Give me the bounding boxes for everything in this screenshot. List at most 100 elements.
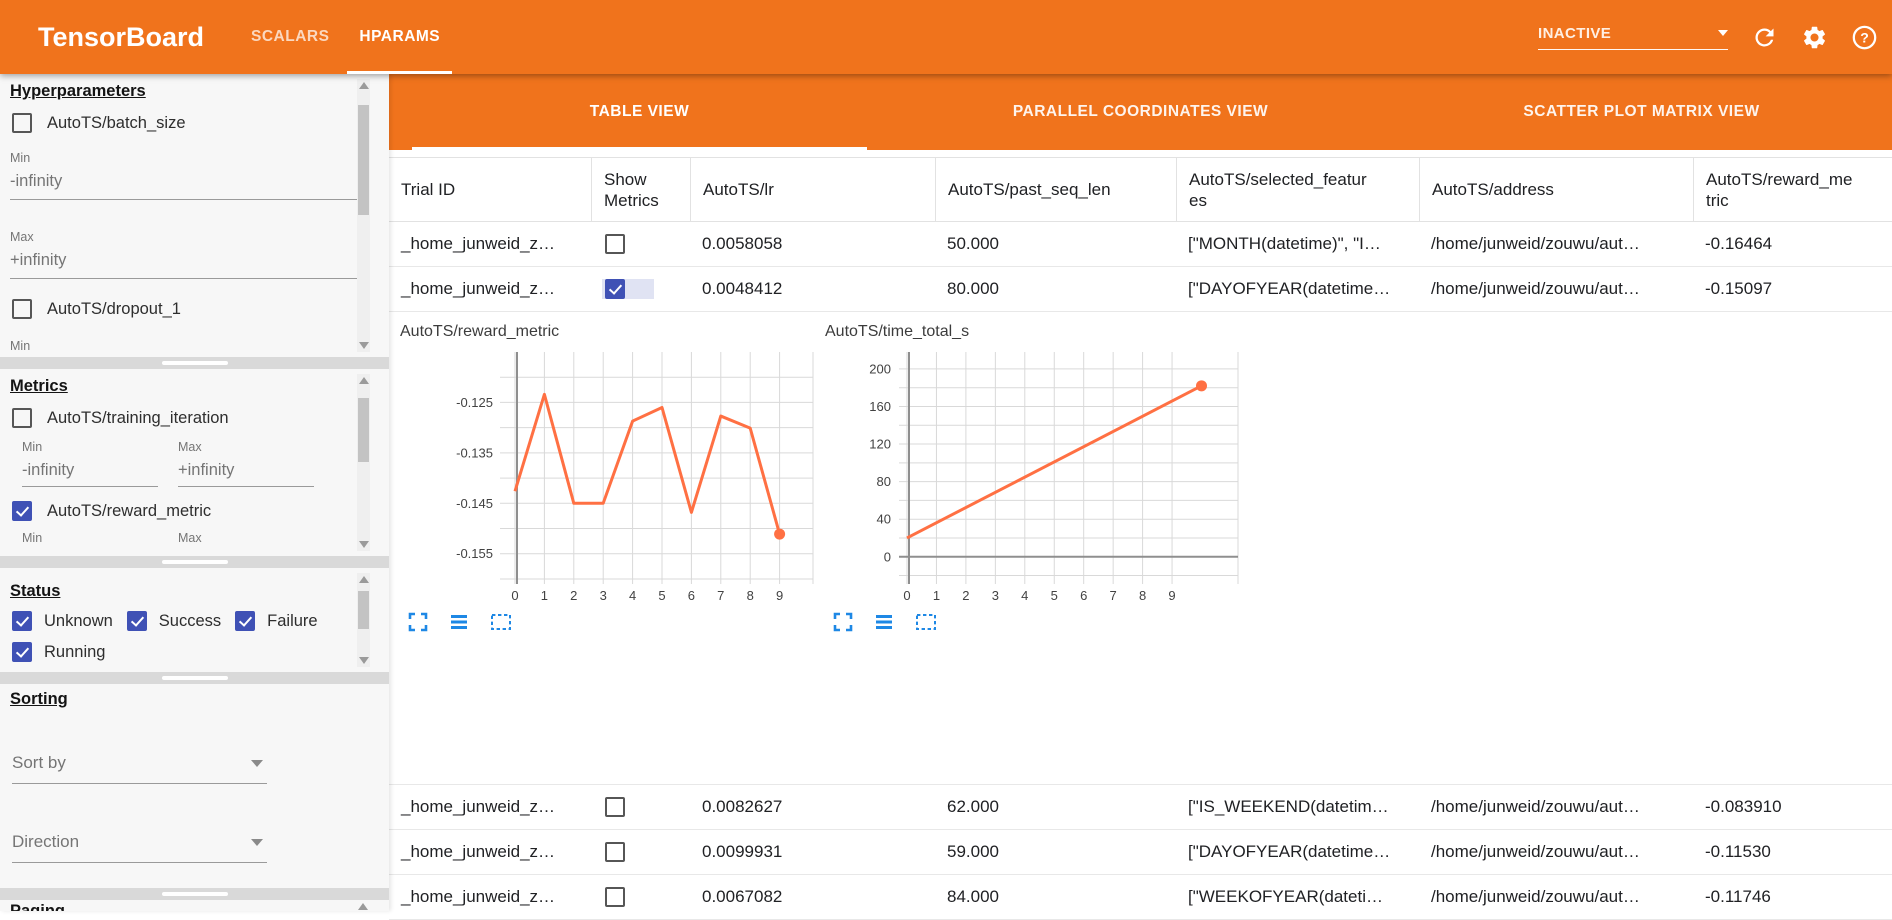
- cell-selected-features: ["WEEKOFYEAR(dateti…: [1176, 887, 1419, 907]
- reward-metric-line-chart: -0.125-0.135-0.145-0.1550123456789: [400, 348, 832, 610]
- status-scrollbar[interactable]: [357, 573, 370, 667]
- metric-min-field[interactable]: Min: [22, 531, 158, 551]
- success-checkbox[interactable]: [127, 611, 147, 631]
- cell-reward-metric: -0.15097: [1693, 279, 1892, 299]
- tab-scatter-plot-matrix-view[interactable]: SCATTER PLOT MATRIX VIEW: [1391, 74, 1892, 150]
- metric-row-training-iteration[interactable]: AutoTS/training_iteration: [12, 408, 389, 428]
- cell-past-seq-len: 50.000: [935, 234, 1176, 254]
- data-list-icon[interactable]: [874, 612, 894, 632]
- cell-trial-id: _home_junweid_z…: [389, 887, 591, 907]
- failure-checkbox[interactable]: [235, 611, 255, 631]
- cell-address: /home/junweid/zouwu/aut…: [1419, 797, 1693, 817]
- cell-lr: 0.0048412: [690, 279, 935, 299]
- scrollbar-thumb[interactable]: [358, 591, 369, 629]
- scroll-up-icon[interactable]: [359, 576, 369, 583]
- topbar-actions: INACTIVE ?: [1538, 0, 1878, 74]
- tab-table-view[interactable]: TABLE VIEW: [389, 74, 890, 150]
- drag-handle[interactable]: [162, 892, 228, 896]
- chart-title: AutoTS/reward_metric: [400, 323, 559, 341]
- metric-row-reward-metric[interactable]: AutoTS/reward_metric: [12, 501, 389, 521]
- show-metrics-checkbox[interactable]: [605, 842, 625, 862]
- metrics-scrollbar[interactable]: [357, 374, 370, 551]
- batch-size-min-field[interactable]: Min -infinity: [10, 151, 369, 200]
- metric-min-field[interactable]: Min -infinity: [22, 440, 158, 487]
- svg-text:6: 6: [688, 588, 695, 603]
- gear-icon[interactable]: [1801, 24, 1828, 51]
- section-resize-handle[interactable]: [0, 556, 389, 568]
- show-metrics-checkbox[interactable]: [605, 279, 625, 299]
- drag-handle[interactable]: [162, 361, 228, 365]
- section-resize-handle[interactable]: [0, 888, 389, 900]
- cell-show-metrics: [591, 797, 690, 817]
- hparam-row-batch-size[interactable]: AutoTS/batch_size: [12, 113, 389, 133]
- col-header-trial-id: Trial ID: [389, 158, 591, 221]
- cell-selected-features: ["DAYOFYEAR(datetime…: [1176, 279, 1419, 299]
- direction-dropdown[interactable]: Direction: [12, 832, 267, 863]
- min-label: Min: [22, 531, 158, 545]
- dropout-1-checkbox[interactable]: [12, 299, 32, 319]
- sort-by-dropdown[interactable]: Sort by: [12, 753, 267, 784]
- cell-lr: 0.0099931: [690, 842, 935, 862]
- tab-scalars[interactable]: SCALARS: [236, 0, 344, 74]
- hparam-row-dropout-1[interactable]: AutoTS/dropout_1: [12, 299, 389, 319]
- section-resize-handle[interactable]: [0, 357, 389, 369]
- scroll-up-icon[interactable]: [359, 82, 369, 89]
- tab-hparams[interactable]: HPARAMS: [344, 0, 455, 74]
- metric-max-field[interactable]: Max +infinity: [178, 440, 314, 487]
- selection-box-icon[interactable]: [490, 612, 512, 632]
- drag-handle[interactable]: [162, 560, 228, 564]
- show-metrics-checkbox[interactable]: [605, 234, 625, 254]
- sidebar-section-paging: Paging: [0, 900, 389, 911]
- status-item-running[interactable]: Running: [12, 642, 105, 662]
- drag-handle[interactable]: [162, 676, 228, 680]
- scrollbar-thumb[interactable]: [358, 398, 369, 462]
- reward-metric-checkbox[interactable]: [12, 501, 32, 521]
- unknown-checkbox[interactable]: [12, 611, 32, 631]
- svg-text:5: 5: [1051, 588, 1058, 603]
- cell-selected-features: ["IS_WEEKEND(datetim…: [1176, 797, 1419, 817]
- section-resize-handle[interactable]: [0, 672, 389, 684]
- scroll-up-icon[interactable]: [358, 903, 368, 910]
- hyperparameters-scrollbar[interactable]: [357, 79, 370, 352]
- cell-selected-features: ["MONTH(datetime)", "I…: [1176, 234, 1419, 254]
- chart-toolbar: [833, 612, 937, 632]
- tab-scalars-label: SCALARS: [251, 28, 329, 46]
- batch-size-max-field[interactable]: Max +infinity: [10, 230, 369, 279]
- scroll-down-icon[interactable]: [359, 342, 369, 349]
- fullscreen-icon[interactable]: [833, 612, 853, 632]
- scrollbar-thumb[interactable]: [358, 105, 369, 215]
- selection-box-icon[interactable]: [915, 612, 937, 632]
- status-item-success[interactable]: Success: [127, 611, 221, 631]
- cell-reward-metric: -0.11746: [1693, 887, 1892, 907]
- svg-text:4: 4: [1021, 588, 1028, 603]
- show-metrics-checkbox[interactable]: [605, 797, 625, 817]
- cell-past-seq-len: 80.000: [935, 279, 1176, 299]
- reward-metric-chart: AutoTS/reward_metric -0.125-0.135-0.145-…: [400, 312, 832, 784]
- status-item-unknown[interactable]: Unknown: [12, 611, 113, 631]
- status-filters: Unknown Success Failure Running: [12, 611, 362, 662]
- scroll-down-icon[interactable]: [359, 541, 369, 548]
- refresh-icon[interactable]: [1751, 24, 1778, 51]
- batch-size-checkbox[interactable]: [12, 113, 32, 133]
- max-value: +infinity: [178, 461, 314, 480]
- run-status-dropdown[interactable]: INACTIVE: [1538, 25, 1728, 50]
- direction-placeholder: Direction: [12, 832, 79, 852]
- tab-parallel-coordinates-view[interactable]: PARALLEL COORDINATES VIEW: [890, 74, 1391, 150]
- show-metrics-checkbox[interactable]: [605, 887, 625, 907]
- metric-max-field[interactable]: Max: [178, 531, 314, 551]
- hyperparameters-title: Hyperparameters: [10, 82, 389, 101]
- training-iteration-checkbox[interactable]: [12, 408, 32, 428]
- table-row: _home_junweid_z… 0.0067082 84.000 ["WEEK…: [389, 875, 1892, 920]
- paging-title: Paging: [10, 902, 389, 911]
- sort-by-placeholder: Sort by: [12, 753, 66, 773]
- scroll-down-icon[interactable]: [359, 657, 369, 664]
- help-icon[interactable]: ?: [1851, 24, 1878, 51]
- data-list-icon[interactable]: [449, 612, 469, 632]
- svg-text:2: 2: [962, 588, 969, 603]
- batch-size-label: AutoTS/batch_size: [47, 114, 186, 133]
- scroll-up-icon[interactable]: [359, 377, 369, 384]
- fullscreen-icon[interactable]: [408, 612, 428, 632]
- status-item-failure[interactable]: Failure: [235, 611, 317, 631]
- running-checkbox[interactable]: [12, 642, 32, 662]
- svg-text:7: 7: [1110, 588, 1117, 603]
